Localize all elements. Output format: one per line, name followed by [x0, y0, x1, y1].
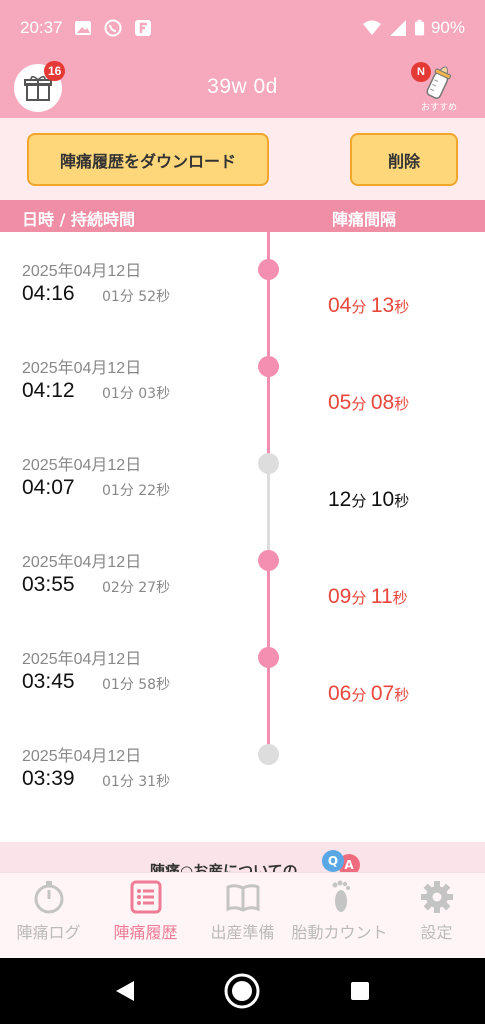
nav-kick-count[interactable]: 胎動カウント [291, 873, 388, 958]
recents-icon[interactable] [349, 980, 371, 1002]
entry-date: 2025年04月12日 [22, 554, 142, 571]
entry-date: 2025年04月12日 [22, 748, 142, 765]
entry-time: 04:07 [22, 476, 75, 499]
list-icon [130, 880, 161, 914]
entry-duration: 02分 27秒 [102, 580, 171, 596]
banner-text: 陣痛○お産についての [150, 862, 298, 872]
question-icon: Q [322, 850, 344, 872]
entry-date: 2025年04月12日 [22, 360, 142, 377]
info-banner[interactable]: 陣痛○お産についての A Q [0, 842, 485, 872]
interval-value: 12分 10秒 [328, 488, 410, 511]
delete-button[interactable]: 削除 [350, 133, 458, 186]
entry-duration: 01分 31秒 [102, 774, 171, 790]
history-entry[interactable]: 2025年04月12日 04:16 01分 52秒 [0, 232, 485, 329]
pregnancy-week-title: 39w 0d [207, 75, 278, 98]
history-entry[interactable]: 2025年04月12日 03:55 02分 27秒 [0, 523, 485, 620]
bottom-navigation: 陣痛ログ 陣痛履歴 出産準備 胎動カウント 設定 [0, 872, 485, 958]
nav-contraction-history[interactable]: 陣痛履歴 [97, 873, 194, 958]
timeline-dot [258, 453, 279, 474]
nav-label: 出産準備 [210, 923, 275, 942]
app-f-icon [134, 20, 151, 36]
back-icon[interactable] [114, 979, 136, 1003]
nav-label: 胎動カウント [291, 923, 388, 942]
gear-icon [420, 881, 453, 913]
entry-duration: 01分 58秒 [102, 677, 171, 693]
battery-level: 90% [430, 18, 465, 37]
home-icon[interactable] [223, 972, 261, 1010]
nav-settings[interactable]: 設定 [388, 873, 485, 958]
system-nav-bar [0, 958, 485, 1024]
entry-date: 2025年04月12日 [22, 651, 142, 668]
column-header: 日時 / 持続時間 陣痛間隔 [0, 200, 485, 232]
recommend-button[interactable]: N おすすめ [411, 58, 467, 116]
status-bar: 20:37 90% [0, 0, 485, 56]
entry-duration: 01分 03秒 [102, 386, 171, 402]
wifi-icon [362, 20, 381, 35]
entry-time: 03:55 [22, 573, 75, 596]
entry-duration: 01分 52秒 [102, 289, 171, 305]
history-entry[interactable]: 2025年04月12日 03:45 01分 58秒 [0, 620, 485, 717]
book-icon [226, 884, 259, 912]
datetime-duration-header: 日時 / 持続時間 [22, 210, 135, 229]
nav-label: 陣痛履歴 [113, 923, 178, 942]
entry-time: 04:16 [22, 282, 75, 305]
status-time: 20:37 [20, 18, 63, 37]
recommend-label: おすすめ [420, 103, 457, 113]
interval-value: 06分 07秒 [328, 682, 410, 705]
nav-label: 設定 [420, 923, 453, 942]
gallery-icon [74, 21, 91, 35]
viber-icon [104, 19, 122, 37]
timeline-dot [258, 550, 279, 571]
interval-value: 09分 11秒 [328, 585, 408, 608]
timeline-dot [258, 259, 279, 280]
entry-time: 03:39 [22, 767, 75, 790]
gift-count-badge: 16 [44, 61, 66, 81]
interval-value: 04分 13秒 [328, 294, 410, 317]
entry-time: 03:45 [22, 670, 75, 693]
nav-contraction-log[interactable]: 陣痛ログ [0, 873, 97, 958]
footprint-icon [332, 880, 350, 912]
signal-icon [389, 20, 406, 36]
contraction-history-list[interactable]: 2025年04月12日 04:16 01分 52秒 2025年04月12日 04… [0, 232, 485, 842]
history-entry[interactable]: 2025年04月12日 04:12 01分 03秒 [0, 329, 485, 426]
history-entry[interactable]: 2025年04月12日 03:39 01分 31秒 [0, 717, 485, 814]
timeline-dot [258, 647, 279, 668]
app-header: 16 39w 0d N おすすめ [0, 56, 485, 118]
action-bar: 陣痛履歴をダウンロード 削除 [0, 118, 485, 200]
history-entry[interactable]: 2025年04月12日 04:07 01分 22秒 [0, 426, 485, 523]
download-history-button[interactable]: 陣痛履歴をダウンロード [27, 133, 269, 186]
timeline-dot [258, 356, 279, 377]
battery-icon [414, 19, 425, 36]
entry-date: 2025年04月12日 [22, 263, 142, 280]
entry-duration: 01分 22秒 [102, 483, 171, 499]
entry-date: 2025年04月12日 [22, 457, 142, 474]
entry-time: 04:12 [22, 379, 75, 402]
interval-header: 陣痛間隔 [332, 210, 397, 229]
stopwatch-icon [34, 881, 63, 914]
nav-birth-prep[interactable]: 出産準備 [194, 873, 291, 958]
new-badge: N [411, 62, 431, 82]
timeline-dot [258, 744, 279, 765]
nav-label: 陣痛ログ [16, 923, 81, 942]
interval-value: 05分 08秒 [328, 391, 410, 414]
